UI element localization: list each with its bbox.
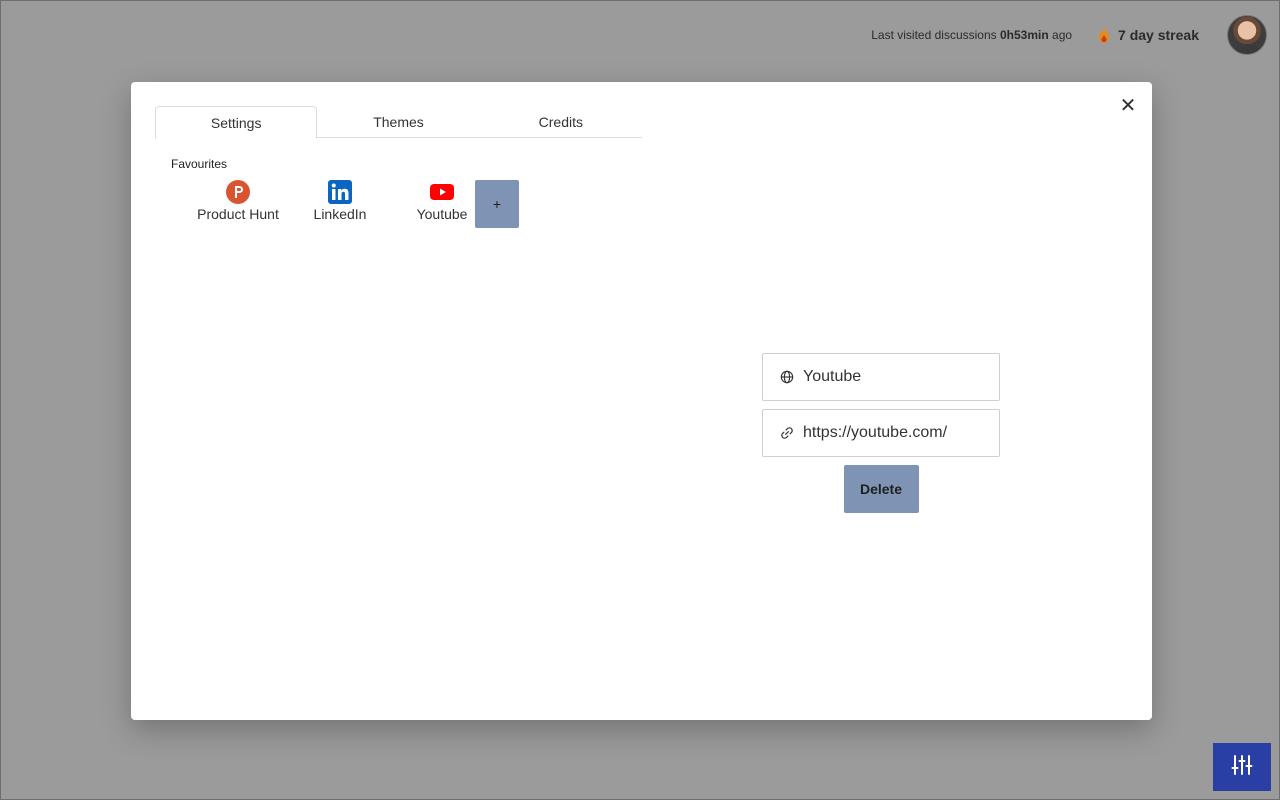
top-bar: Last visited discussions 0h53min ago 7 d… [871,13,1267,57]
tab-settings[interactable]: Settings [155,106,318,139]
add-favourite-button[interactable]: + [475,180,519,228]
favourite-name: Youtube [416,206,468,222]
settings-modal: ✕ Settings Themes Credits Favourites Pro… [131,82,1152,720]
tab-credits[interactable]: Credits [480,106,642,138]
last-visited-suffix: ago [1052,28,1073,42]
streak-label: 7 day streak [1118,27,1199,43]
name-input[interactable] [803,368,993,386]
link-icon [779,425,795,441]
tab-themes[interactable]: Themes [317,106,479,138]
product-hunt-icon [226,180,250,204]
name-field[interactable] [762,353,1000,401]
settings-fab[interactable] [1213,743,1271,791]
close-icon[interactable]: ✕ [1118,96,1138,116]
edit-favourite-panel: Delete [762,353,1000,513]
linkedin-icon [328,180,352,204]
url-input[interactable] [803,424,993,442]
globe-icon [779,369,795,385]
url-field[interactable] [762,409,1000,457]
streak-indicator: 7 day streak [1098,27,1199,43]
last-visited-time: 0h53min [999,28,1049,42]
sliders-icon [1231,754,1253,781]
favourite-product-hunt[interactable]: Product Hunt [181,180,295,222]
last-visited-text: Last visited discussions 0h53min ago [871,28,1072,42]
favourite-linkedin[interactable]: LinkedIn [283,180,397,222]
favourite-name: LinkedIn [313,206,367,222]
avatar[interactable] [1227,15,1267,55]
flame-icon [1098,27,1110,43]
favourites-list: Product Hunt LinkedIn Youtube + [181,180,519,228]
youtube-icon [430,180,454,204]
favourites-heading: Favourites [171,157,228,171]
delete-button[interactable]: Delete [843,465,919,513]
tab-bar: Settings Themes Credits [155,106,642,139]
favourite-name: Product Hunt [197,206,279,222]
last-visited-prefix: Last visited discussions [871,28,997,42]
